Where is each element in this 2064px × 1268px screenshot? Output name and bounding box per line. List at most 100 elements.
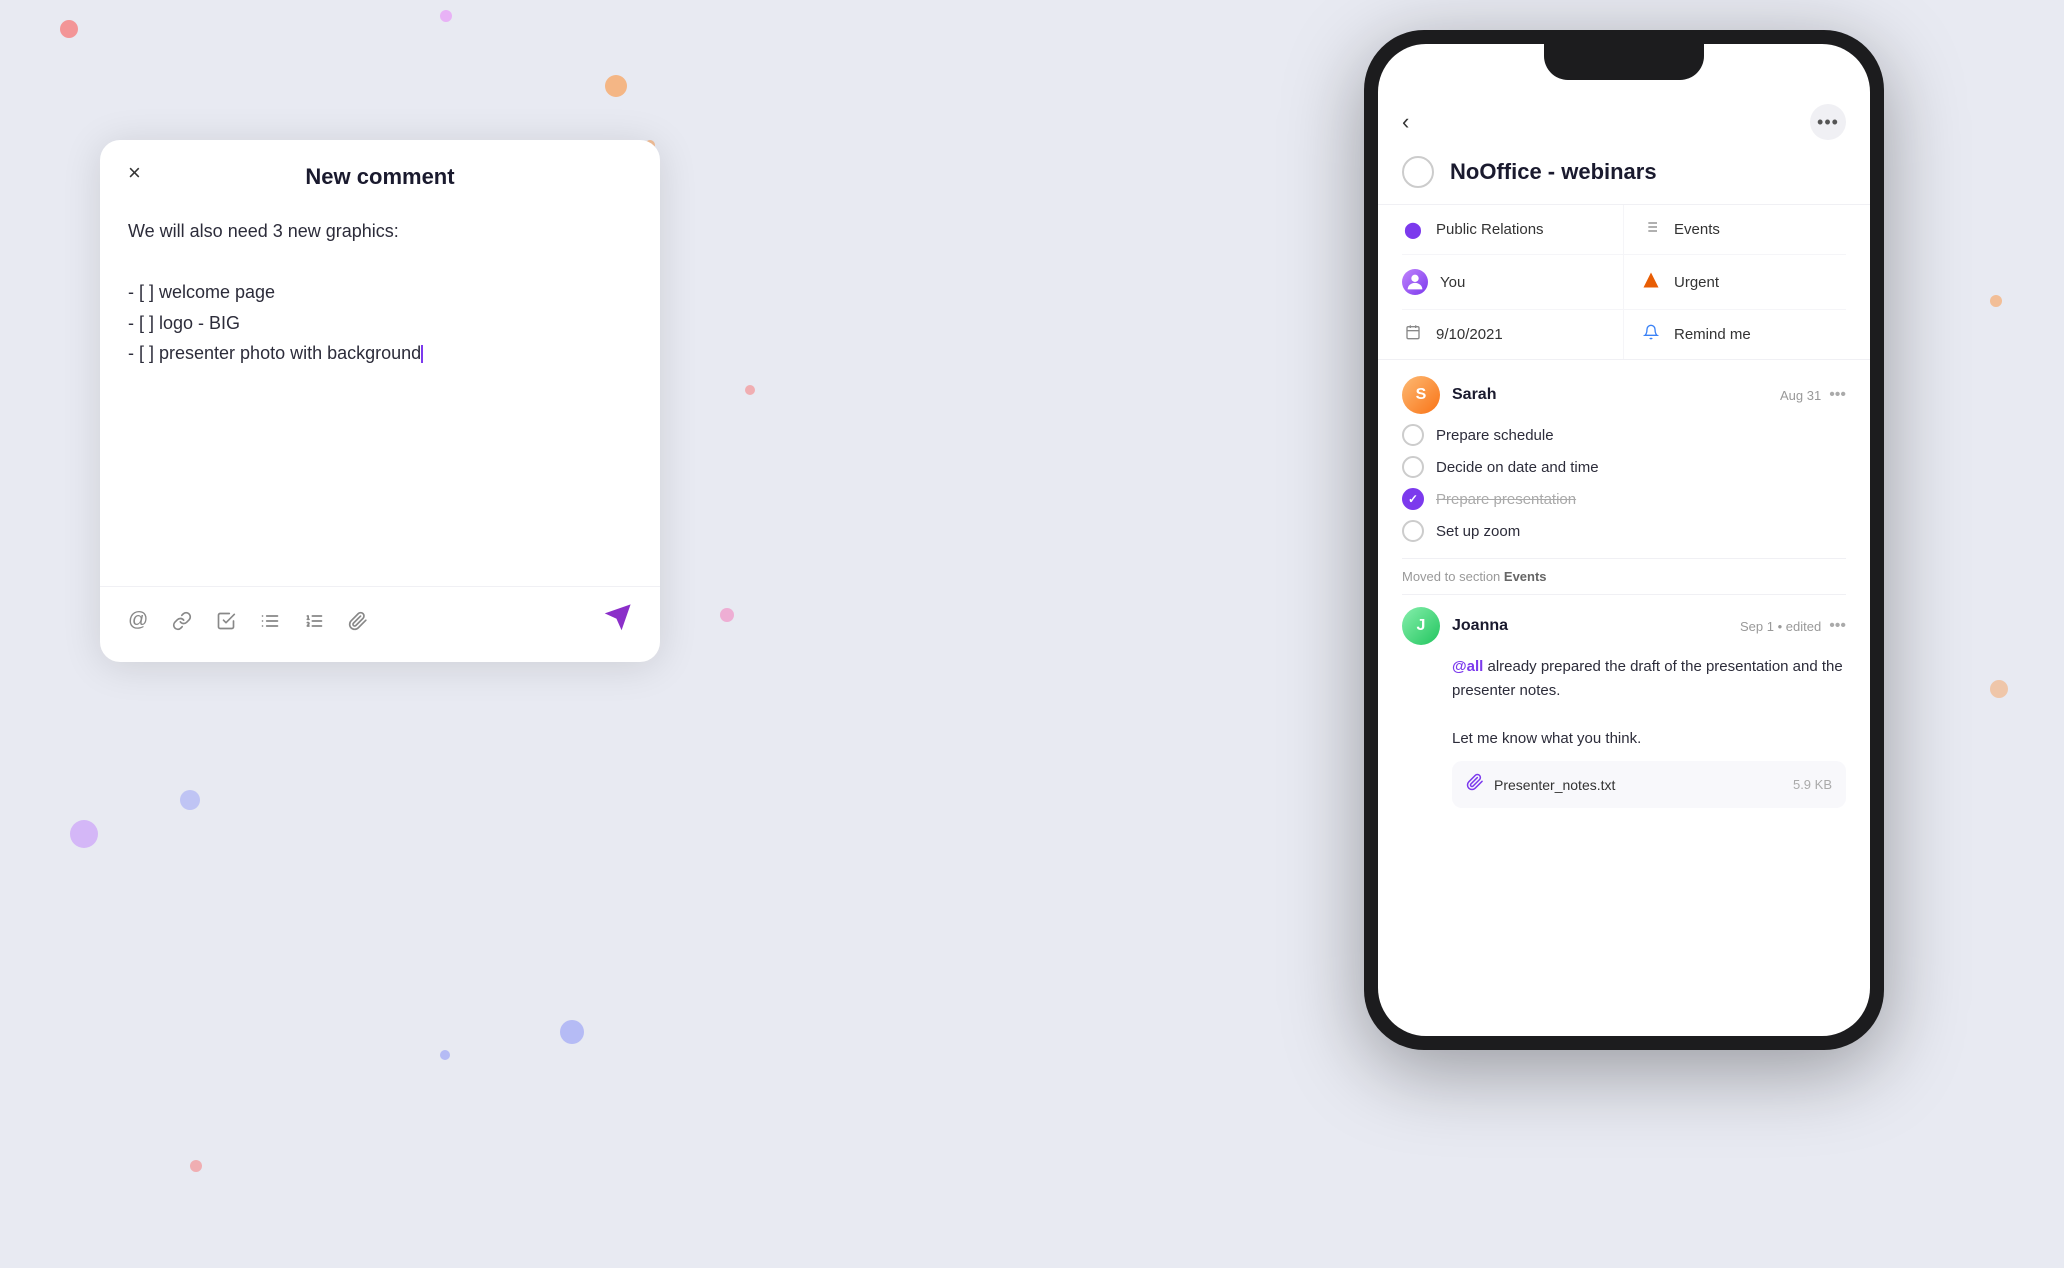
deco-dot: [440, 10, 452, 22]
back-button[interactable]: ‹: [1402, 109, 1409, 135]
ordered-list-button[interactable]: [304, 611, 324, 631]
events-icon: [1640, 219, 1662, 240]
priority-icon: [1640, 271, 1662, 294]
task-complete-circle[interactable]: [1402, 156, 1434, 188]
deco-dot: [560, 1020, 584, 1044]
sarah-date: Aug 31: [1780, 388, 1821, 403]
meta-events[interactable]: Events: [1624, 205, 1846, 255]
joanna-date: Sep 1 • edited: [1740, 619, 1821, 634]
deco-dot: [60, 20, 78, 38]
events-label: Events: [1674, 221, 1720, 238]
meta-assignee[interactable]: You: [1402, 255, 1624, 310]
comment-sarah: S Sarah Aug 31 ••• Prepare schedule: [1402, 376, 1846, 542]
check-circle-4[interactable]: [1402, 520, 1424, 542]
sarah-avatar: S: [1402, 376, 1440, 414]
attachment-button[interactable]: [348, 611, 368, 631]
check-item-4[interactable]: Set up zoom: [1402, 520, 1846, 542]
check-item-1[interactable]: Prepare schedule: [1402, 424, 1846, 446]
comment-line-4: - [ ] presenter photo with background: [128, 338, 632, 369]
deco-dot: [1990, 680, 2008, 698]
check-item-3[interactable]: Prepare presentation: [1402, 488, 1846, 510]
mention-button[interactable]: @: [128, 609, 148, 632]
joanna-comment-body: @all already prepared the draft of the p…: [1402, 655, 1846, 751]
assignee-avatar: [1402, 269, 1428, 295]
phone-notch: [1544, 44, 1704, 80]
remind-icon: [1640, 324, 1662, 345]
sarah-avatar-img: S: [1402, 376, 1440, 414]
link-button[interactable]: [172, 611, 192, 631]
comments-section: S Sarah Aug 31 ••• Prepare schedule: [1378, 360, 1870, 1036]
priority-label: Urgent: [1674, 274, 1719, 291]
deco-dot: [70, 820, 98, 848]
send-button[interactable]: [604, 603, 632, 638]
deco-dot: [440, 1050, 450, 1060]
meta-section[interactable]: ⬤ Public Relations: [1402, 205, 1624, 255]
check-item-2[interactable]: Decide on date and time: [1402, 456, 1846, 478]
remind-label: Remind me: [1674, 326, 1751, 343]
check-label-4: Set up zoom: [1436, 523, 1520, 540]
task-title: NoOffice - webinars: [1450, 159, 1657, 185]
deco-dot: [605, 75, 627, 97]
joanna-avatar: J: [1402, 607, 1440, 645]
comment-joanna-header: J Joanna Sep 1 • edited •••: [1402, 607, 1846, 645]
section-icon: ⬤: [1402, 220, 1424, 240]
joanna-text-2: Let me know what you think.: [1452, 727, 1846, 751]
phone-screen: ‹ ••• NoOffice - webinars ⬤ Public Relat…: [1378, 44, 1870, 1036]
meta-date[interactable]: 9/10/2021: [1402, 310, 1624, 359]
comment-line-1: We will also need 3 new graphics:: [128, 216, 632, 247]
joanna-text-1: @all already prepared the draft of the p…: [1452, 655, 1846, 703]
modal-toolbar: @: [100, 586, 660, 662]
date-icon: [1402, 324, 1424, 345]
meta-remind[interactable]: Remind me: [1624, 310, 1846, 359]
comment-modal: × New comment We will also need 3 new gr…: [100, 140, 660, 662]
comment-joanna-meta: Joanna Sep 1 • edited •••: [1452, 617, 1846, 635]
close-button[interactable]: ×: [128, 162, 141, 184]
text-cursor: [421, 345, 423, 363]
phone-shell: ‹ ••• NoOffice - webinars ⬤ Public Relat…: [1364, 30, 1884, 1050]
comment-sarah-meta: Sarah Aug 31 •••: [1452, 386, 1846, 404]
deco-dot: [720, 608, 734, 622]
meta-grid: ⬤ Public Relations Events You: [1378, 204, 1870, 360]
sarah-checklist: Prepare schedule Decide on date and time…: [1402, 424, 1846, 542]
check-label-3: Prepare presentation: [1436, 491, 1576, 508]
attachment-icon: [1466, 773, 1484, 796]
attachment-size: 5.9 KB: [1793, 777, 1832, 792]
comment-line-3: - [ ] logo - BIG: [128, 308, 632, 339]
date-label: 9/10/2021: [1436, 326, 1503, 343]
deco-dot: [190, 1160, 202, 1172]
mention-all: @all: [1452, 658, 1483, 675]
sarah-more-button[interactable]: •••: [1829, 386, 1846, 404]
deco-dot: [745, 385, 755, 395]
sarah-name: Sarah: [1452, 386, 1496, 404]
check-label-2: Decide on date and time: [1436, 459, 1599, 476]
joanna-more-button[interactable]: •••: [1829, 617, 1846, 635]
unordered-list-button[interactable]: [260, 611, 280, 631]
section-name: Events: [1504, 569, 1547, 584]
check-circle-2[interactable]: [1402, 456, 1424, 478]
attachment[interactable]: Presenter_notes.txt 5.9 KB: [1452, 761, 1846, 808]
phone: ‹ ••• NoOffice - webinars ⬤ Public Relat…: [1364, 30, 1884, 1050]
checklist-button[interactable]: [216, 611, 236, 631]
modal-body: We will also need 3 new graphics: - [ ] …: [100, 206, 660, 586]
deco-dot: [180, 790, 200, 810]
attachment-filename: Presenter_notes.txt: [1494, 777, 1783, 793]
modal-header: × New comment: [100, 140, 660, 206]
check-circle-1[interactable]: [1402, 424, 1424, 446]
assignee-label: You: [1440, 274, 1465, 291]
check-label-1: Prepare schedule: [1436, 427, 1554, 444]
comment-text-area[interactable]: We will also need 3 new graphics: - [ ] …: [128, 216, 632, 516]
more-button[interactable]: •••: [1810, 104, 1846, 140]
task-header: NoOffice - webinars: [1378, 152, 1870, 204]
deco-dot: [1990, 295, 2002, 307]
comment-line-2: - [ ] welcome page: [128, 277, 632, 308]
phone-nav: ‹ •••: [1378, 96, 1870, 152]
modal-title: New comment: [305, 164, 454, 190]
comment-joanna: J Joanna Sep 1 • edited ••• @all alrea: [1402, 607, 1846, 808]
joanna-name: Joanna: [1452, 617, 1508, 635]
section-moved-notice: Moved to section Events: [1402, 558, 1846, 595]
meta-priority[interactable]: Urgent: [1624, 255, 1846, 310]
check-circle-3[interactable]: [1402, 488, 1424, 510]
section-label: Public Relations: [1436, 221, 1544, 238]
comment-sarah-header: S Sarah Aug 31 •••: [1402, 376, 1846, 414]
joanna-avatar-img: J: [1402, 607, 1440, 645]
